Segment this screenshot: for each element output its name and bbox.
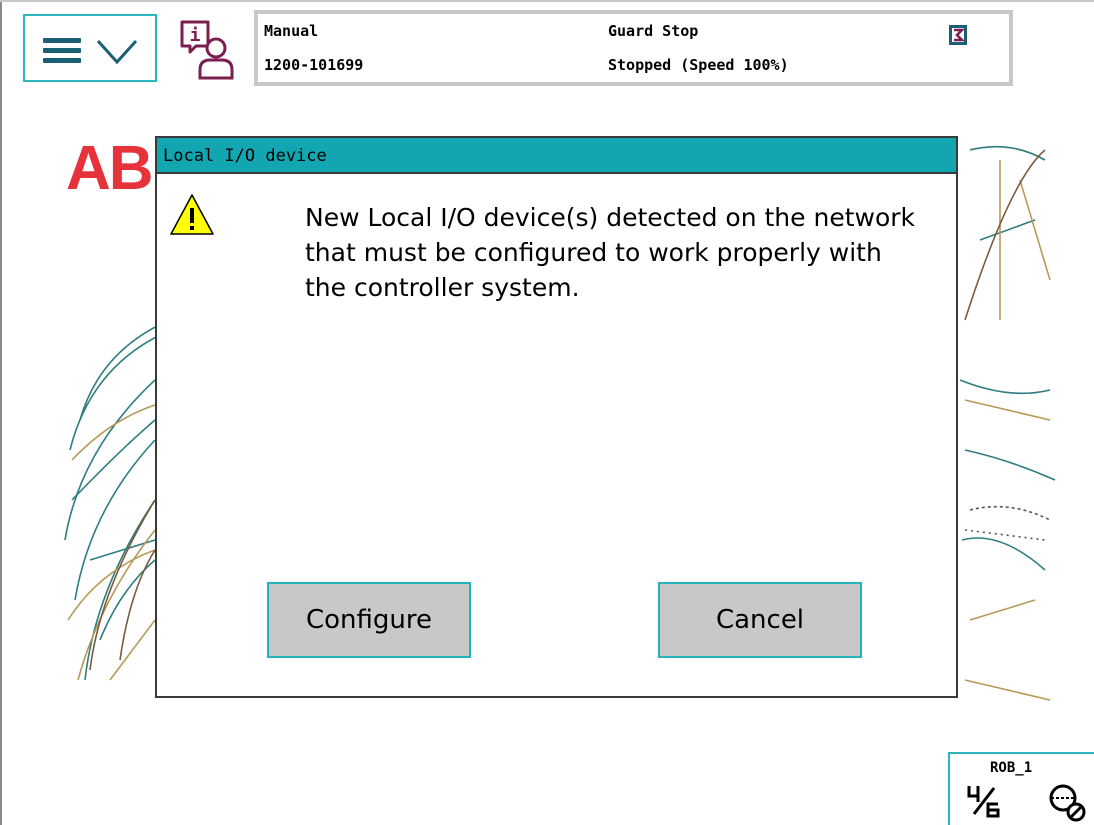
svg-text:i: i [190,25,201,46]
abb-logo: AB [66,134,154,203]
system-id: 1200-101699 [264,56,364,74]
chevron-down-icon [96,39,138,65]
window-top-edge [0,0,1094,2]
status-bar[interactable]: Manual 1200-101699 Guard Stop Stopped (S… [254,10,1013,86]
axes-4-6-icon [967,786,1000,818]
operating-mode: Manual [264,22,319,40]
info-user-icon[interactable]: i [178,18,242,82]
robot-label: ROB_1 [990,760,1033,776]
configure-button[interactable]: Configure [267,582,471,658]
dialog-message: New Local I/O device(s) detected on the … [305,203,915,302]
robot-status-indicator[interactable]: ROB_1 [948,752,1094,825]
status-flag-icon [949,25,967,45]
motion-state: Stopped (Speed 100%) [608,56,789,74]
robot-mode-icon [1049,784,1086,822]
controller-state: Guard Stop [608,22,699,40]
dialog-title: Local I/O device [157,138,956,174]
warning-icon [170,194,214,235]
window-left-edge [0,0,2,825]
cancel-button[interactable]: Cancel [658,582,862,658]
main-menu-button[interactable] [23,14,157,82]
local-io-dialog: Local I/O device New Local I/O device(s)… [155,136,958,698]
hamburger-icon [43,38,81,64]
